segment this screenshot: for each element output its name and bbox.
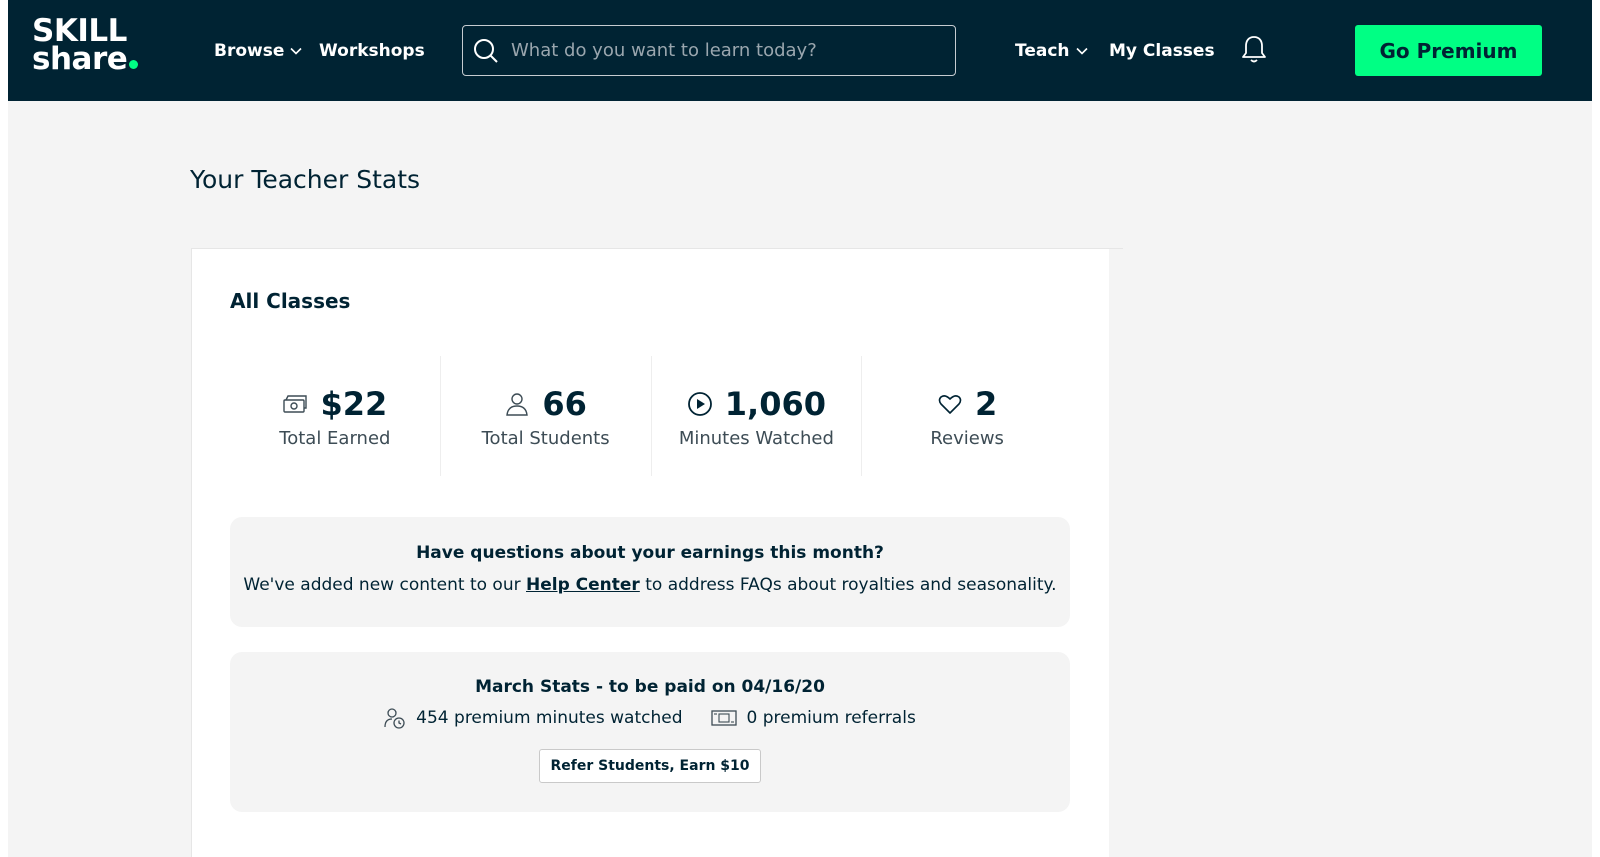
chevron-down-icon bbox=[1075, 47, 1088, 55]
stats-row: $22 Total Earned 66 Total Students 1,060… bbox=[230, 356, 1072, 476]
logo-line-2: share bbox=[32, 41, 128, 77]
nav-workshops[interactable]: Workshops bbox=[319, 38, 425, 64]
stat-value: $22 bbox=[320, 384, 388, 423]
ticket-icon bbox=[710, 710, 737, 726]
help-center-link[interactable]: Help Center bbox=[526, 575, 640, 595]
heart-icon bbox=[938, 394, 962, 414]
premium-minutes-text: 454 premium minutes watched bbox=[416, 708, 683, 728]
info-text: We've added new content to our Help Cent… bbox=[230, 575, 1070, 595]
stat-value: 2 bbox=[974, 384, 998, 423]
app-frame: SKILL share Browse Workshops Teach My Cl… bbox=[8, 0, 1592, 857]
earnings-info-box: Have questions about your earnings this … bbox=[230, 517, 1070, 627]
nav-my-classes[interactable]: My Classes bbox=[1109, 38, 1215, 64]
info-title: Have questions about your earnings this … bbox=[416, 543, 884, 563]
stat-label: Total Students bbox=[481, 427, 610, 449]
nav-my-classes-label: My Classes bbox=[1109, 41, 1215, 61]
info-text-before: We've added new content to our bbox=[243, 575, 526, 595]
stat-minutes-watched: 1,060 Minutes Watched bbox=[652, 356, 863, 476]
stat-value: 66 bbox=[542, 384, 587, 423]
premium-referrals-text: 0 premium referrals bbox=[746, 708, 916, 728]
stat-total-earned: $22 Total Earned bbox=[230, 356, 441, 476]
refer-students-button[interactable]: Refer Students, Earn $10 bbox=[539, 749, 761, 783]
nav-browse-label: Browse bbox=[214, 41, 285, 61]
premium-referrals-item: 0 premium referrals bbox=[710, 708, 916, 728]
nav-teach[interactable]: Teach bbox=[1015, 38, 1088, 64]
march-title: March Stats - to be paid on 04/16/20 bbox=[475, 677, 825, 697]
info-text-after: to address FAQs about royalties and seas… bbox=[639, 575, 1057, 595]
bell-icon[interactable] bbox=[1240, 34, 1268, 64]
premium-minutes-item: 454 premium minutes watched bbox=[384, 707, 683, 729]
divider bbox=[1109, 248, 1123, 249]
play-icon bbox=[687, 391, 712, 416]
stat-reviews: 2 Reviews bbox=[862, 356, 1072, 476]
stat-label: Total Earned bbox=[279, 427, 391, 449]
stat-label: Reviews bbox=[930, 427, 1004, 449]
user-clock-icon bbox=[384, 708, 405, 729]
stat-total-students: 66 Total Students bbox=[441, 356, 652, 476]
logo-dot bbox=[129, 60, 139, 69]
top-navigation: SKILL share Browse Workshops Teach My Cl… bbox=[8, 0, 1592, 101]
card-title: All Classes bbox=[230, 289, 351, 313]
search-input[interactable] bbox=[511, 40, 931, 61]
user-icon bbox=[506, 392, 529, 416]
nav-teach-label: Teach bbox=[1015, 41, 1070, 61]
nav-workshops-label: Workshops bbox=[319, 41, 425, 61]
skillshare-logo[interactable]: SKILL share bbox=[32, 16, 172, 85]
go-premium-button[interactable]: Go Premium bbox=[1355, 25, 1542, 76]
march-stats-box: March Stats - to be paid on 04/16/20 454… bbox=[230, 652, 1070, 812]
search-bar[interactable] bbox=[462, 25, 956, 76]
nav-browse[interactable]: Browse bbox=[214, 38, 302, 64]
stats-card: All Classes $22 Total Earned 66 Total St… bbox=[191, 248, 1109, 857]
chevron-down-icon bbox=[290, 47, 302, 55]
stat-label: Minutes Watched bbox=[678, 427, 834, 449]
march-stats-row: 454 premium minutes watched 0 premium re… bbox=[230, 707, 1070, 729]
search-icon bbox=[474, 38, 498, 63]
page-title: Your Teacher Stats bbox=[190, 165, 421, 194]
money-icon bbox=[283, 394, 308, 413]
stat-value: 1,060 bbox=[724, 384, 826, 423]
